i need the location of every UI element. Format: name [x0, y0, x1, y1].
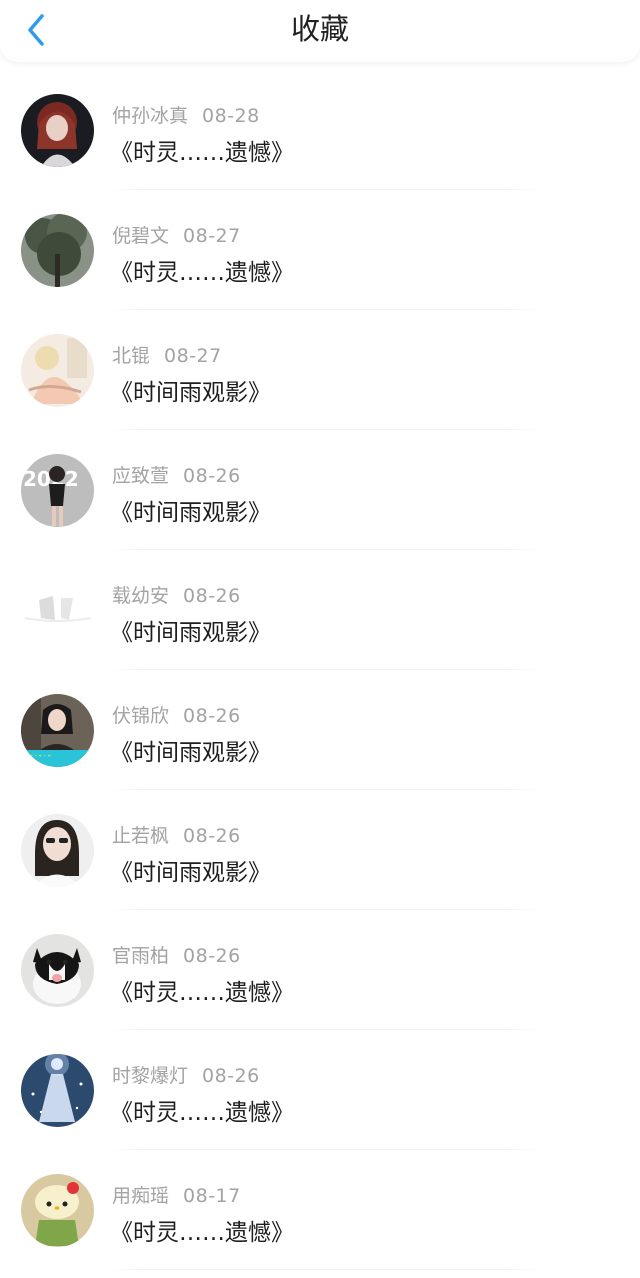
- item-date: 08-17: [183, 1185, 241, 1207]
- avatar[interactable]: [21, 214, 94, 287]
- author-name: 应致萱: [112, 465, 170, 487]
- item-date: 08-28: [202, 105, 260, 127]
- list-item[interactable]: 用痴瑶 08-17 《时灵……遗憾》: [0, 1150, 640, 1270]
- item-date: 08-26: [183, 705, 241, 727]
- item-meta: 倪碧文 08-27: [112, 221, 241, 248]
- list-item[interactable]: 时黎爆灯 08-26 《时灵……遗憾》: [0, 1030, 640, 1150]
- item-meta: 伏锦欣 08-26: [112, 701, 241, 728]
- item-title[interactable]: 《时间雨观影》: [110, 613, 271, 647]
- author-name: 载幼安: [112, 585, 170, 607]
- item-meta: 应致萱 08-26: [112, 461, 241, 488]
- list-item[interactable]: ˇ˙ˇ˙ˇ 伏锦欣 08-26 《时间雨观影》: [0, 670, 640, 790]
- list-item[interactable]: 倪碧文 08-27 《时灵……遗憾》: [0, 190, 640, 310]
- item-title[interactable]: 《时间雨观影》: [110, 493, 271, 527]
- item-title[interactable]: 《时间雨观影》: [110, 853, 271, 887]
- list-item[interactable]: 仲孙冰真 08-28 《时灵……遗憾》: [0, 70, 640, 190]
- item-title[interactable]: 《时灵……遗憾》: [110, 133, 294, 167]
- favorites-list: 仲孙冰真 08-28 《时灵……遗憾》 倪碧文 08-27 《时灵……遗憾》 北…: [0, 70, 640, 1270]
- author-name: 时黎爆灯: [112, 1065, 189, 1087]
- item-title[interactable]: 《时间雨观影》: [110, 373, 271, 407]
- item-date: 08-26: [183, 945, 241, 967]
- avatar[interactable]: [21, 934, 94, 1007]
- item-meta: 官雨柏 08-26: [112, 941, 241, 968]
- avatar[interactable]: ˇ˙ˇ˙ˇ: [21, 694, 94, 767]
- avatar[interactable]: [21, 1174, 94, 1247]
- svg-text:ˇ˙ˇ˙ˇ: ˇ˙ˇ˙ˇ: [29, 754, 52, 765]
- author-name: 官雨柏: [112, 945, 170, 967]
- list-item[interactable]: 官雨柏 08-26 《时灵……遗憾》: [0, 910, 640, 1030]
- avatar[interactable]: [21, 94, 94, 167]
- item-title[interactable]: 《时灵……遗憾》: [110, 253, 294, 287]
- item-date: 08-27: [183, 225, 241, 247]
- avatar[interactable]: [21, 574, 94, 647]
- avatar[interactable]: [21, 1054, 94, 1127]
- item-meta: 用痴瑶 08-17: [112, 1181, 241, 1208]
- list-item[interactable]: 载幼安 08-26 《时间雨观影》: [0, 550, 640, 670]
- item-date: 08-26: [183, 465, 241, 487]
- item-meta: 止若枫 08-26: [112, 821, 241, 848]
- item-title[interactable]: 《时间雨观影》: [110, 733, 271, 767]
- item-title[interactable]: 《时灵……遗憾》: [110, 1213, 294, 1247]
- author-name: 北锟: [112, 345, 151, 367]
- item-date: 08-26: [202, 1065, 260, 1087]
- top-bar: 收藏: [0, 0, 640, 62]
- list-item[interactable]: 止若枫 08-26 《时间雨观影》: [0, 790, 640, 910]
- item-meta: 北锟 08-27: [112, 341, 222, 368]
- item-date: 08-26: [183, 585, 241, 607]
- avatar[interactable]: 2022: [21, 454, 94, 527]
- item-title[interactable]: 《时灵……遗憾》: [110, 1093, 294, 1127]
- page-title: 收藏: [290, 12, 349, 46]
- list-item[interactable]: 2022 应致萱 08-26 《时间雨观影》: [0, 430, 640, 550]
- item-title[interactable]: 《时灵……遗憾》: [110, 973, 294, 1007]
- item-meta: 时黎爆灯 08-26: [112, 1061, 260, 1088]
- list-item[interactable]: 北锟 08-27 《时间雨观影》: [0, 310, 640, 430]
- avatar[interactable]: [21, 334, 94, 407]
- item-meta: 载幼安 08-26: [112, 581, 241, 608]
- item-meta: 仲孙冰真 08-28: [112, 101, 260, 128]
- author-name: 倪碧文: [112, 225, 170, 247]
- author-name: 仲孙冰真: [112, 105, 189, 127]
- author-name: 伏锦欣: [112, 705, 170, 727]
- item-date: 08-27: [164, 345, 222, 367]
- avatar[interactable]: [21, 814, 94, 887]
- author-name: 止若枫: [112, 825, 170, 847]
- divider: [100, 1269, 548, 1270]
- author-name: 用痴瑶: [112, 1185, 170, 1207]
- item-date: 08-26: [183, 825, 241, 847]
